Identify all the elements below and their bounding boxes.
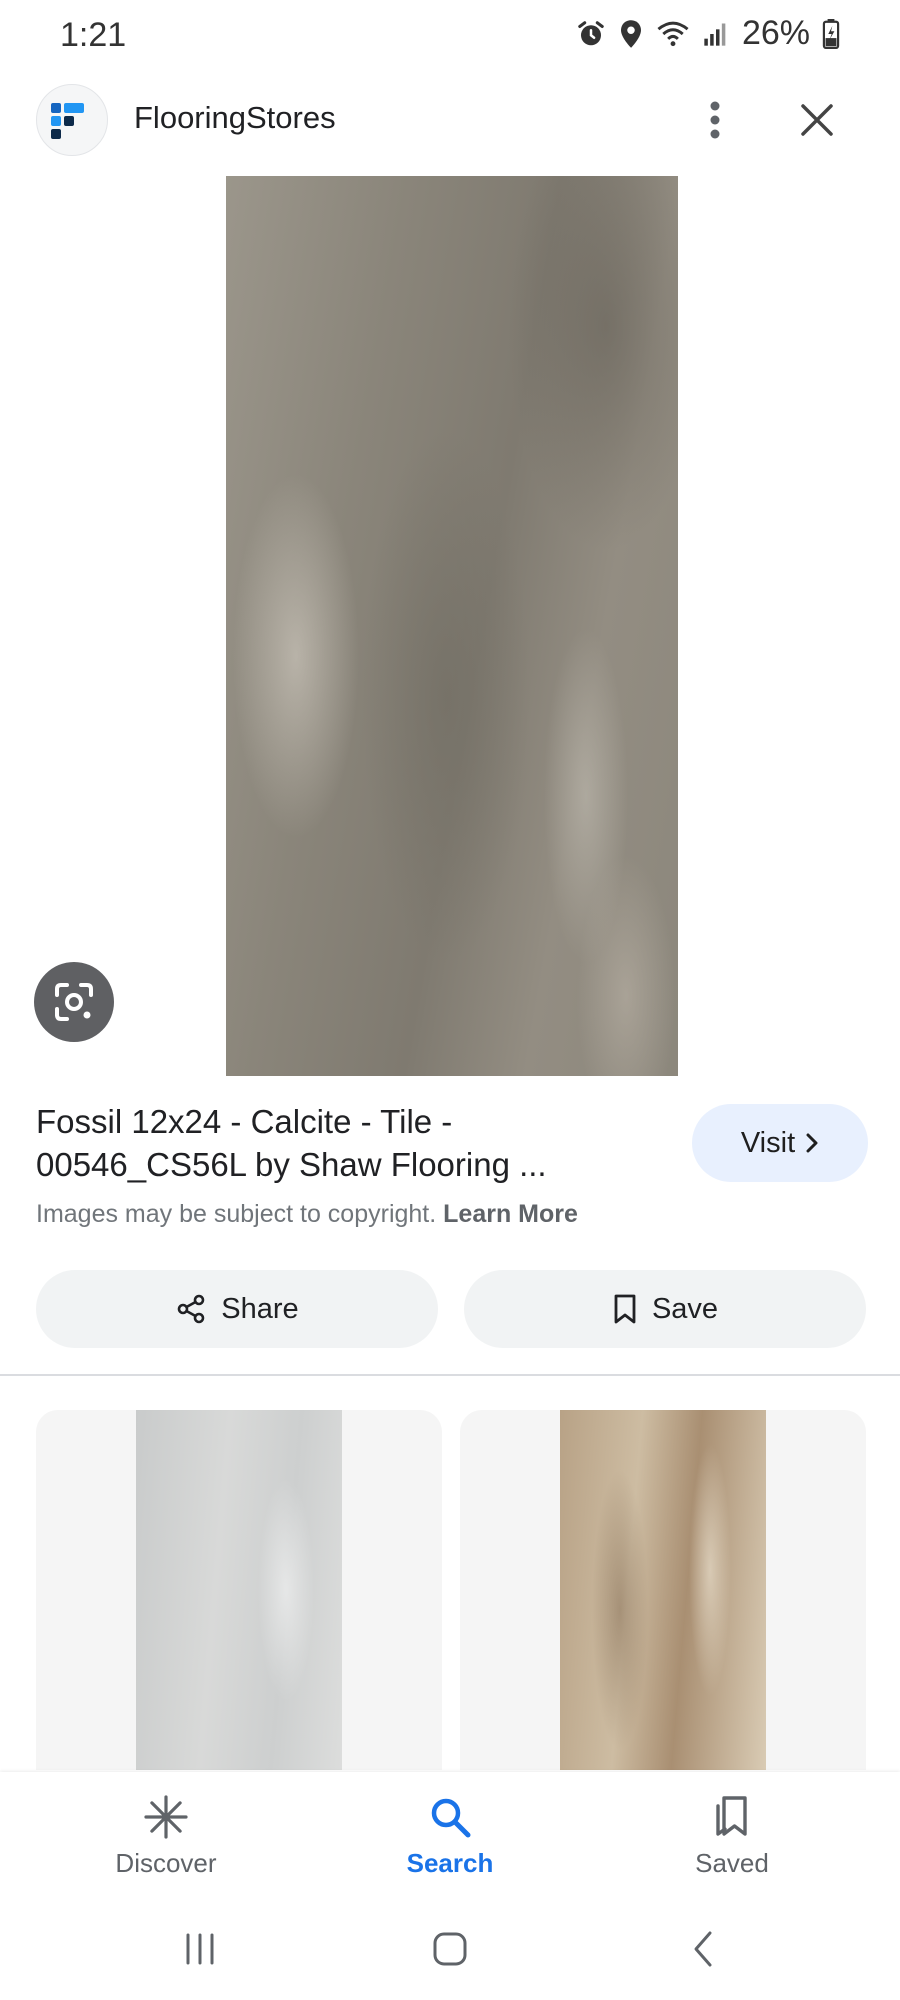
- location-icon: [618, 19, 644, 49]
- related-image-card[interactable]: [460, 1410, 866, 1770]
- result-image[interactable]: [226, 176, 678, 1076]
- status-bar: 1:21 26%: [0, 0, 900, 72]
- visit-label: Visit: [740, 1126, 796, 1159]
- more-vert-icon: [710, 101, 720, 139]
- copyright-notice: Images may be subject to copyright. Lear…: [36, 1200, 578, 1229]
- close-button[interactable]: [790, 94, 844, 146]
- chevron-right-icon: [806, 1133, 818, 1153]
- nav-discover-label: Discover: [115, 1848, 217, 1878]
- bottom-navigation: Discover Search Saved: [0, 1772, 900, 1894]
- save-button[interactable]: Save: [464, 1270, 866, 1348]
- result-title[interactable]: Fossil 12x24 - Calcite - Tile - 00546_CS…: [36, 1100, 656, 1186]
- nav-saved[interactable]: Saved: [642, 1794, 822, 1894]
- related-image: [560, 1410, 766, 1770]
- home-button[interactable]: [420, 1924, 480, 1974]
- wifi-icon: [656, 19, 690, 49]
- close-icon: [801, 104, 833, 136]
- home-icon: [433, 1932, 467, 1966]
- nav-search-label: Search: [406, 1848, 494, 1878]
- site-name[interactable]: FlooringStores: [134, 100, 336, 136]
- status-icons: 26%: [576, 14, 840, 53]
- battery-text: 26%: [741, 14, 810, 52]
- nav-discover[interactable]: Discover: [76, 1794, 256, 1894]
- source-header: FlooringStores: [0, 80, 900, 160]
- battery-icon: [822, 18, 840, 49]
- visit-button[interactable]: Visit: [692, 1104, 868, 1182]
- share-label: Share: [221, 1292, 299, 1325]
- related-image-card[interactable]: [36, 1410, 442, 1770]
- related-image: [136, 1410, 342, 1770]
- flooringstores-logo[interactable]: [36, 84, 108, 156]
- saved-icon: [716, 1796, 747, 1836]
- copyright-text: Images may be subject to copyright.: [36, 1200, 437, 1228]
- back-icon: [694, 1931, 712, 1967]
- bookmark-icon: [614, 1294, 636, 1324]
- lens-button[interactable]: [34, 962, 114, 1042]
- search-icon: [431, 1798, 471, 1838]
- learn-more-link[interactable]: Learn More: [443, 1200, 578, 1228]
- signal-icon: [702, 19, 730, 49]
- share-icon: [177, 1294, 205, 1324]
- asterisk-icon: [144, 1795, 188, 1839]
- status-time: 1:21: [60, 16, 127, 54]
- system-navigation-bar: [0, 1894, 900, 2000]
- recent-apps-button[interactable]: [170, 1924, 230, 1974]
- back-button[interactable]: [674, 1924, 734, 1974]
- more-options-button[interactable]: [690, 94, 740, 146]
- nav-search[interactable]: Search: [360, 1794, 540, 1894]
- section-divider: [0, 1374, 900, 1376]
- alarm-icon: [576, 19, 606, 49]
- recents-icon: [186, 1933, 214, 1965]
- google-lens-icon: [55, 983, 93, 1021]
- share-button[interactable]: Share: [36, 1270, 438, 1348]
- save-label: Save: [651, 1292, 719, 1325]
- nav-saved-label: Saved: [695, 1848, 769, 1878]
